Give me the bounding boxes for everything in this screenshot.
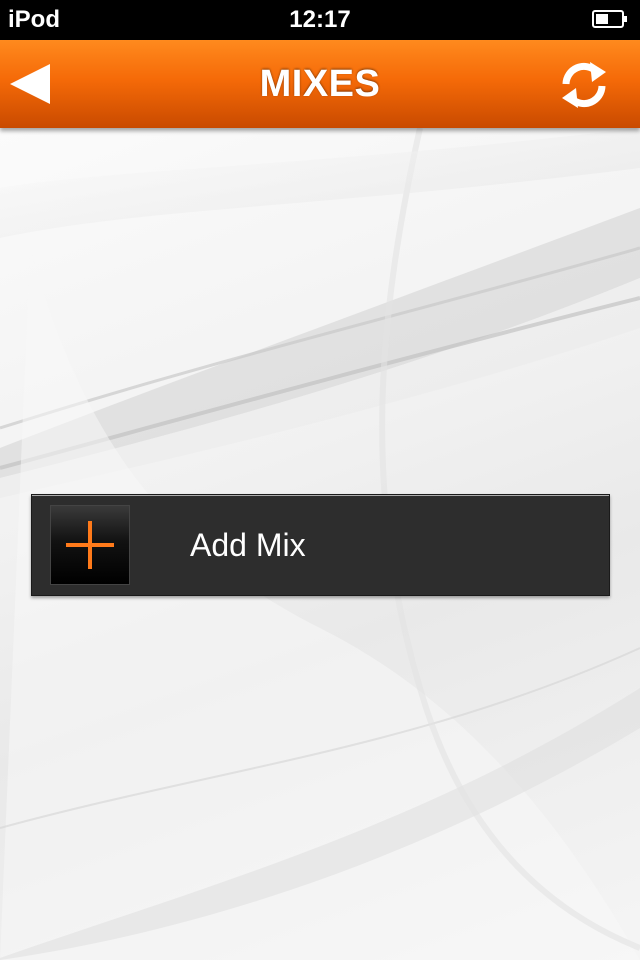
add-mix-button[interactable]: Add Mix: [31, 494, 610, 596]
content-area: Add Mix: [0, 128, 640, 960]
status-time: 12:17: [289, 6, 351, 33]
battery-icon: [592, 10, 627, 28]
plus-icon: [66, 521, 114, 569]
add-mix-icon-tile: [50, 505, 130, 585]
page-title: MIXES: [259, 63, 381, 105]
refresh-icon: [562, 62, 606, 108]
refresh-button[interactable]: [556, 60, 612, 110]
status-bar: iPod 12:17: [0, 0, 640, 40]
navigation-bar: MIXES: [0, 40, 640, 128]
add-mix-label: Add Mix: [190, 527, 306, 563]
